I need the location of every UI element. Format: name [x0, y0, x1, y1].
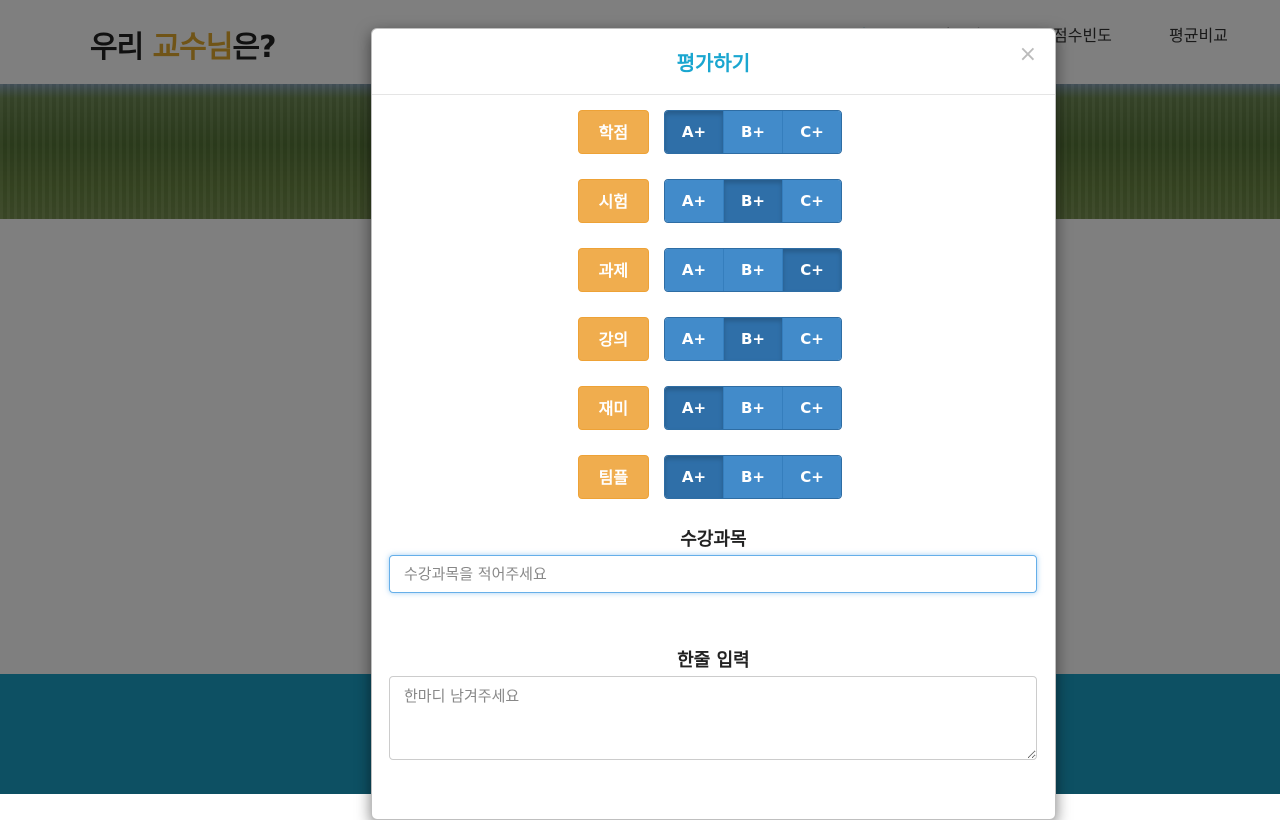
grade-option-fun-c[interactable]: C+: [783, 387, 841, 429]
rating-row-grade: 학점 A+ B+ C+: [578, 110, 842, 154]
grade-option-fun-b[interactable]: B+: [724, 387, 783, 429]
category-badge-fun: 재미: [578, 386, 649, 430]
grade-option-assignment-b[interactable]: B+: [724, 249, 783, 291]
comment-label: 한줄 입력: [677, 650, 750, 671]
grade-button-group-assignment: A+ B+ C+: [664, 248, 842, 292]
grade-option-exam-a[interactable]: A+: [665, 180, 724, 222]
grade-option-lecture-b[interactable]: B+: [724, 318, 783, 360]
grade-option-grade-a[interactable]: A+: [665, 111, 724, 153]
rating-row-exam: 시험 A+ B+ C+: [578, 179, 842, 223]
course-label: 수강과목: [680, 529, 747, 550]
grade-button-group-fun: A+ B+ C+: [664, 386, 842, 430]
category-badge-exam: 시험: [578, 179, 649, 223]
rating-modal: 평가하기 × 학점 A+ B+ C+ 시험 A+ B+ C+ 과제 A+ B+ C+ 강의 A+ B+ C+ 재…: [371, 28, 1056, 820]
grade-option-assignment-a[interactable]: A+: [665, 249, 724, 291]
grade-option-assignment-c[interactable]: C+: [783, 249, 841, 291]
comment-textarea[interactable]: [389, 676, 1037, 760]
close-icon[interactable]: ×: [1019, 44, 1037, 66]
modal-header: 평가하기 ×: [372, 29, 1055, 95]
modal-title: 평가하기: [676, 51, 751, 75]
grade-option-teamwork-b[interactable]: B+: [724, 456, 783, 498]
course-input[interactable]: [389, 555, 1037, 593]
category-badge-grade: 학점: [578, 110, 649, 154]
grade-option-fun-a[interactable]: A+: [665, 387, 724, 429]
grade-option-grade-b[interactable]: B+: [724, 111, 783, 153]
grade-option-teamwork-c[interactable]: C+: [783, 456, 841, 498]
grade-option-teamwork-a[interactable]: A+: [665, 456, 724, 498]
grade-option-exam-c[interactable]: C+: [783, 180, 841, 222]
grade-option-exam-b[interactable]: B+: [724, 180, 783, 222]
grade-button-group-exam: A+ B+ C+: [664, 179, 842, 223]
rating-row-assignment: 과제 A+ B+ C+: [578, 248, 842, 292]
rating-row-teamwork: 팀플 A+ B+ C+: [578, 455, 842, 499]
grade-option-lecture-a[interactable]: A+: [665, 318, 724, 360]
rating-row-lecture: 강의 A+ B+ C+: [578, 317, 842, 361]
category-badge-assignment: 과제: [578, 248, 649, 292]
grade-option-lecture-c[interactable]: C+: [783, 318, 841, 360]
grade-button-group-lecture: A+ B+ C+: [664, 317, 842, 361]
category-badge-lecture: 강의: [578, 317, 649, 361]
grade-option-grade-c[interactable]: C+: [783, 111, 841, 153]
category-badge-teamwork: 팀플: [578, 455, 649, 499]
grade-button-group-teamwork: A+ B+ C+: [664, 455, 842, 499]
rating-row-fun: 재미 A+ B+ C+: [578, 386, 842, 430]
grade-button-group-grade: A+ B+ C+: [664, 110, 842, 154]
